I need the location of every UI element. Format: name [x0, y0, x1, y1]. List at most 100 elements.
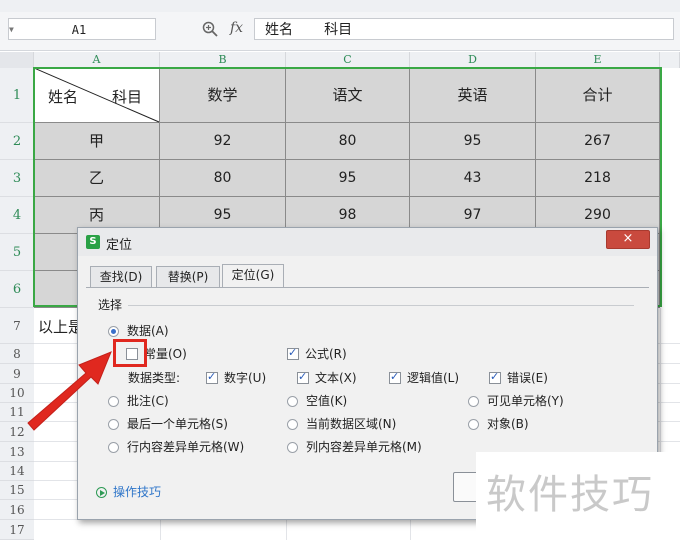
radio-comment[interactable]: 批注(C) — [108, 392, 169, 409]
checkbox-error[interactable]: 错误(E) — [489, 369, 548, 386]
radio-visible-cells-label: 可见单元格(Y) — [487, 394, 564, 408]
radio-icon[interactable] — [108, 442, 119, 453]
row-header-14[interactable]: 14 — [0, 462, 34, 481]
name-box-value: A1 — [71, 23, 87, 37]
cell-d3[interactable]: 43 — [410, 160, 536, 197]
radio-data-label: 数据(A) — [127, 324, 169, 338]
formula-bar: A1 ▼ fx 姓名 科目 — [0, 12, 680, 51]
tips-link[interactable]: 操作技巧 — [96, 483, 161, 500]
checkbox-error-label: 错误(E) — [507, 371, 548, 385]
checkbox-checked-icon[interactable] — [287, 346, 299, 360]
radio-objects-label: 对象(B) — [487, 417, 529, 431]
checkbox-number[interactable]: 数字(U) — [206, 369, 266, 386]
checkbox-checked-icon[interactable] — [389, 370, 401, 384]
checkbox-formula-label: 公式(R) — [305, 347, 347, 361]
checkbox-logical-label: 逻辑值(L) — [407, 371, 460, 385]
radio-last-cell[interactable]: 最后一个单元格(S) — [108, 415, 228, 432]
row-header-15[interactable]: 15 — [0, 481, 34, 500]
row-header-11[interactable]: 11 — [0, 403, 34, 422]
row-header-9[interactable]: 9 — [0, 364, 34, 384]
radio-icon[interactable] — [108, 396, 119, 407]
row-header-13[interactable]: 13 — [0, 442, 34, 462]
radio-row-differences[interactable]: 行内容差异单元格(W) — [108, 438, 244, 455]
radio-blank-label: 空值(K) — [306, 394, 348, 408]
cell-a3[interactable]: 乙 — [34, 160, 160, 197]
tab-replace[interactable]: 替换(P) — [156, 266, 220, 288]
select-all-corner[interactable] — [0, 52, 34, 68]
checkbox-text-label: 文本(X) — [315, 371, 357, 385]
row-header-10[interactable]: 10 — [0, 384, 34, 403]
diag-label-left: 姓名 — [48, 88, 79, 106]
radio-data[interactable]: 数据(A) — [108, 322, 169, 339]
row-header-2[interactable]: 2 — [0, 123, 34, 160]
row-header-8[interactable]: 8 — [0, 344, 34, 364]
checkbox-logical[interactable]: 逻辑值(L) — [389, 369, 459, 386]
row-header-16[interactable]: 16 — [0, 500, 34, 520]
row-header-1[interactable]: 1 — [0, 68, 34, 123]
radio-blank[interactable]: 空值(K) — [287, 392, 347, 409]
close-button[interactable]: × — [606, 230, 650, 249]
cell-e3[interactable]: 218 — [536, 160, 660, 197]
radio-current-region[interactable]: 当前数据区域(N) — [287, 415, 396, 432]
column-header-f[interactable] — [660, 52, 680, 68]
column-header-b[interactable]: B — [160, 52, 286, 68]
radio-icon[interactable] — [287, 396, 298, 407]
dialog-title: 定位 — [106, 238, 133, 253]
checkbox-checked-icon[interactable] — [297, 370, 309, 384]
fx-icon[interactable]: fx — [230, 20, 243, 36]
section-title: 选择 — [98, 298, 123, 312]
checkbox-checked-icon[interactable] — [489, 370, 501, 384]
cell-e1[interactable]: 合计 — [536, 68, 660, 123]
row-header-4[interactable]: 4 — [0, 197, 34, 234]
cell-e2[interactable]: 267 — [536, 123, 660, 160]
cell-d1[interactable]: 英语 — [410, 68, 536, 123]
column-header-c[interactable]: C — [286, 52, 410, 68]
radio-icon[interactable] — [287, 419, 298, 430]
row-header-6[interactable]: 6 — [0, 271, 34, 308]
radio-row-differences-label: 行内容差异单元格(W) — [127, 440, 245, 454]
formula-input[interactable]: 姓名 科目 — [254, 18, 674, 40]
radio-selected-icon[interactable] — [108, 326, 119, 337]
radio-icon[interactable] — [468, 396, 479, 407]
checkbox-text[interactable]: 文本(X) — [297, 369, 357, 386]
row-header-7[interactable]: 7 — [0, 308, 34, 344]
radio-visible-cells[interactable]: 可见单元格(Y) — [468, 392, 564, 409]
cell-d2[interactable]: 95 — [410, 123, 536, 160]
checkbox-constant-label: 常量(O) — [144, 347, 187, 361]
radio-objects[interactable]: 对象(B) — [468, 415, 529, 432]
radio-icon[interactable] — [468, 419, 479, 430]
row-header-12[interactable]: 12 — [0, 422, 34, 442]
radio-column-differences[interactable]: 列内容差异单元格(M) — [287, 438, 422, 455]
checkbox-checked-icon[interactable] — [206, 370, 218, 384]
column-header-e[interactable]: E — [536, 52, 660, 68]
cell-a1[interactable]: 姓名 科目 — [34, 68, 160, 123]
app-logo-icon: S — [86, 235, 100, 249]
cell-b1[interactable]: 数学 — [160, 68, 286, 123]
tab-divider — [86, 287, 649, 288]
checkbox-formula[interactable]: 公式(R) — [287, 345, 347, 362]
data-types-label: 数据类型: — [128, 371, 181, 385]
zoom-icon[interactable] — [202, 21, 218, 37]
row-header-3[interactable]: 3 — [0, 160, 34, 197]
name-box[interactable]: A1 ▼ — [8, 18, 156, 40]
cell-a2[interactable]: 甲 — [34, 123, 160, 160]
row-header-5[interactable]: 5 — [0, 234, 34, 271]
column-header-a[interactable]: A — [34, 52, 160, 68]
cell-c3[interactable]: 95 — [286, 160, 410, 197]
cell-b3[interactable]: 80 — [160, 160, 286, 197]
radio-icon[interactable] — [108, 419, 119, 430]
cell-c1[interactable]: 语文 — [286, 68, 410, 123]
tab-find[interactable]: 查找(D) — [90, 266, 152, 288]
tab-goto[interactable]: 定位(G) — [222, 264, 284, 288]
cell-c2[interactable]: 80 — [286, 123, 410, 160]
radio-comment-label: 批注(C) — [127, 394, 169, 408]
play-icon — [96, 487, 107, 498]
watermark: 软件技巧 — [476, 452, 680, 540]
row-header-17[interactable]: 17 — [0, 520, 34, 540]
dialog-titlebar[interactable]: S 定位 × — [78, 228, 657, 256]
cell-b2[interactable]: 92 — [160, 123, 286, 160]
radio-icon[interactable] — [287, 442, 298, 453]
radio-current-region-label: 当前数据区域(N) — [306, 417, 397, 431]
tips-label: 操作技巧 — [113, 485, 162, 499]
column-header-d[interactable]: D — [410, 52, 536, 68]
